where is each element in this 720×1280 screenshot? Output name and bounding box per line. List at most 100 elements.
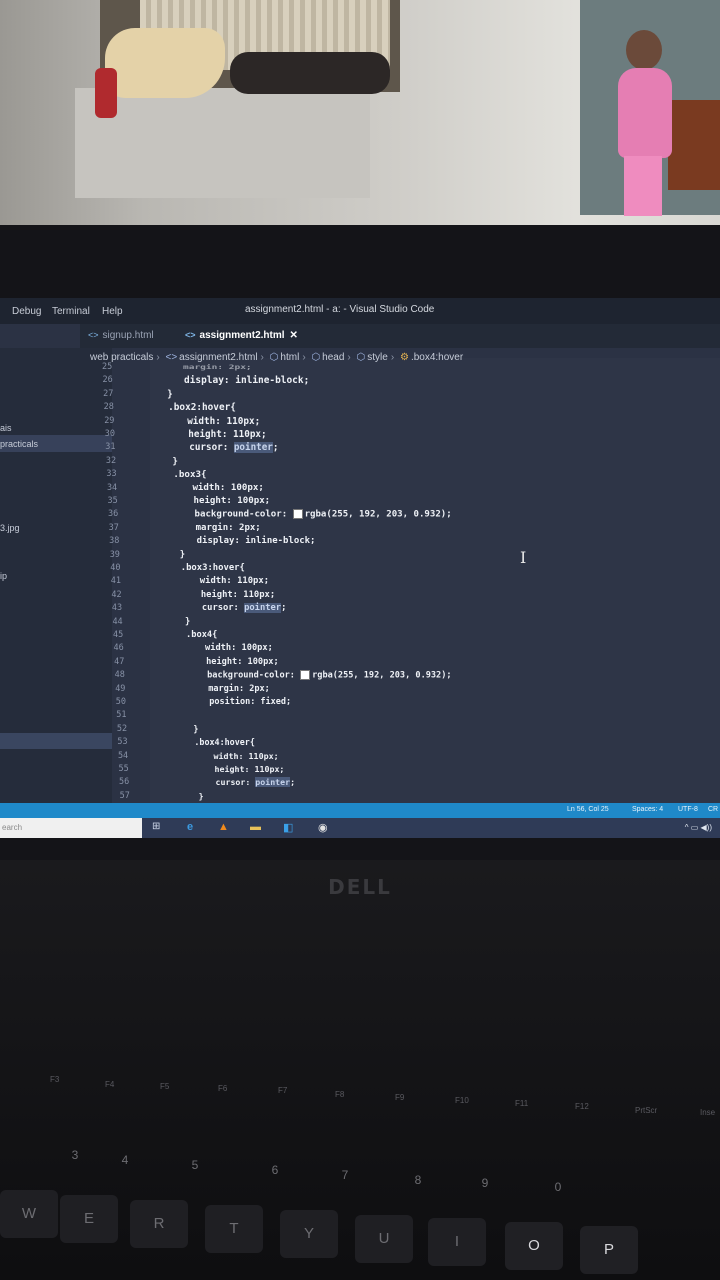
vscode-icon[interactable]: ◧	[283, 821, 293, 834]
letter-key[interactable]: W	[0, 1190, 58, 1238]
color-swatch[interactable]	[300, 670, 311, 681]
number-key[interactable]: 0	[538, 1172, 578, 1202]
code-line[interactable]: width: 110px;	[213, 751, 278, 761]
code-line[interactable]: width: 110px;	[200, 576, 269, 586]
code-line[interactable]: cursor: pointer;	[216, 777, 295, 788]
color-swatch[interactable]	[292, 509, 303, 520]
text-cursor-icon: I	[520, 548, 527, 567]
code-line[interactable]: height: 110px;	[215, 764, 285, 774]
code-line[interactable]: .box4{	[186, 630, 217, 640]
line-number: 41	[110, 576, 122, 587]
number-key[interactable]: 9	[465, 1168, 505, 1198]
code-line[interactable]: }	[199, 791, 204, 801]
editor-tabs: <> signup.html <> assignment2.html ✕	[80, 324, 720, 348]
number-key[interactable]: 7	[325, 1160, 365, 1190]
system-tray[interactable]: ^ ▭ ◀))	[685, 823, 712, 832]
function-key[interactable]: PrtScr	[635, 1106, 657, 1115]
code-line[interactable]: width: 100px;	[205, 643, 273, 653]
line-number: 25	[102, 362, 113, 372]
code-line[interactable]: cursor: pointer;	[189, 442, 278, 454]
vlc-icon[interactable]: ▲	[218, 821, 229, 833]
letter-key[interactable]: P	[580, 1226, 638, 1274]
menu-help[interactable]: Help	[102, 306, 123, 317]
windows-taskbar: earch ⊞ e ▲ ▬ ◧ ◉ ^ ▭ ◀))	[0, 818, 720, 838]
edge-icon[interactable]: e	[187, 821, 193, 833]
chrome-icon[interactable]: ◉	[318, 821, 328, 834]
breadcrumb-folder[interactable]: web practicals	[90, 352, 153, 363]
function-key[interactable]: F7	[278, 1086, 287, 1095]
sidebar-item-ais[interactable]: ais	[0, 423, 12, 433]
function-key[interactable]: F9	[395, 1093, 404, 1102]
function-key[interactable]: Inse	[700, 1108, 715, 1117]
code-line[interactable]: margin: 2px;	[208, 684, 270, 694]
sidebar-item-ip[interactable]: ip	[0, 571, 7, 581]
taskbar-search[interactable]: earch	[0, 818, 142, 838]
code-line[interactable]: .box3:hover{	[181, 563, 245, 573]
indentation[interactable]: Spaces: 4	[632, 806, 663, 813]
code-line[interactable]: width: 100px;	[192, 483, 263, 493]
code-line[interactable]: }	[193, 724, 198, 734]
menu-debug[interactable]: Debug	[12, 306, 41, 317]
function-key[interactable]: F10	[455, 1096, 469, 1105]
end-of-line[interactable]: CR	[708, 806, 718, 813]
function-key[interactable]: F4	[105, 1080, 114, 1089]
breadcrumb-head[interactable]: head	[322, 352, 344, 363]
code-line[interactable]: }	[167, 389, 173, 400]
code-line[interactable]: height: 110px;	[188, 429, 266, 440]
menu-terminal[interactable]: Terminal	[52, 306, 90, 317]
code-line[interactable]: display: inline-block;	[197, 536, 316, 546]
task-view-icon[interactable]: ⊞	[152, 821, 160, 832]
close-icon[interactable]: ✕	[290, 330, 298, 341]
function-key[interactable]: F8	[335, 1090, 344, 1099]
code-line[interactable]: height: 100px;	[206, 657, 279, 667]
code-line[interactable]: background-color: rgba(255, 192, 203, 0.…	[207, 670, 452, 681]
number-key[interactable]: 3	[55, 1140, 95, 1170]
tab-assignment2[interactable]: <> assignment2.html ✕	[185, 330, 298, 341]
code-line[interactable]: margin: 2px;	[196, 523, 261, 533]
encoding[interactable]: UTF-8	[678, 806, 698, 813]
number-key[interactable]: 8	[398, 1165, 438, 1195]
code-line[interactable]: display: inline-block;	[184, 375, 309, 386]
function-key[interactable]: F3	[50, 1075, 59, 1084]
breadcrumb-selector[interactable]: .box4:hover	[411, 352, 463, 363]
letter-key[interactable]: E	[60, 1195, 118, 1243]
number-key[interactable]: 5	[175, 1150, 215, 1180]
sidebar-item-practicals[interactable]: practicals	[0, 439, 38, 449]
letter-key[interactable]: U	[355, 1215, 413, 1263]
letter-key[interactable]: O	[505, 1222, 563, 1270]
code-line[interactable]: width: 110px;	[187, 416, 260, 427]
breadcrumb-html[interactable]: html	[280, 352, 299, 363]
letter-key[interactable]: Y	[280, 1210, 338, 1258]
sidebar-item-jpg[interactable]: 3.jpg	[0, 523, 20, 533]
number-key[interactable]: 4	[105, 1145, 145, 1175]
word-highlight: pointer	[244, 603, 282, 614]
code-line[interactable]: height: 100px;	[194, 496, 271, 506]
code-line[interactable]: .box4:hover{	[194, 737, 255, 747]
code-line[interactable]: background-color: rgba(255, 192, 203, 0.…	[195, 509, 452, 520]
code-line[interactable]: height: 110px;	[201, 590, 275, 600]
function-key[interactable]: F6	[218, 1084, 227, 1093]
function-key[interactable]: F5	[160, 1082, 169, 1091]
number-key[interactable]: 6	[255, 1155, 295, 1185]
letter-key[interactable]: T	[205, 1205, 263, 1253]
letter-key[interactable]: I	[428, 1218, 486, 1266]
breadcrumb-style[interactable]: style	[367, 352, 388, 363]
code-line[interactable]: }	[185, 617, 190, 627]
code-line[interactable]: }	[172, 456, 178, 467]
breadcrumb-file[interactable]: assignment2.html	[179, 352, 257, 363]
code-line[interactable]: margin: 2px;	[183, 364, 252, 371]
code-line[interactable]: cursor: pointer;	[202, 603, 286, 614]
function-key[interactable]: F12	[575, 1102, 589, 1111]
dell-logo: DELL	[328, 875, 392, 899]
line-number: 44	[112, 616, 123, 627]
line-number: 46	[113, 643, 124, 654]
tab-signup[interactable]: <> signup.html	[88, 330, 154, 341]
code-line[interactable]: .box2:hover{	[168, 402, 236, 413]
letter-key[interactable]: R	[130, 1200, 188, 1248]
function-key[interactable]: F11	[515, 1099, 528, 1108]
code-line[interactable]: .box3{	[173, 469, 206, 480]
code-line[interactable]: }	[180, 550, 185, 560]
cursor-position[interactable]: Ln 56, Col 25	[567, 806, 609, 813]
code-line[interactable]: position: fixed;	[209, 697, 291, 707]
folder-icon[interactable]: ▬	[250, 821, 261, 833]
